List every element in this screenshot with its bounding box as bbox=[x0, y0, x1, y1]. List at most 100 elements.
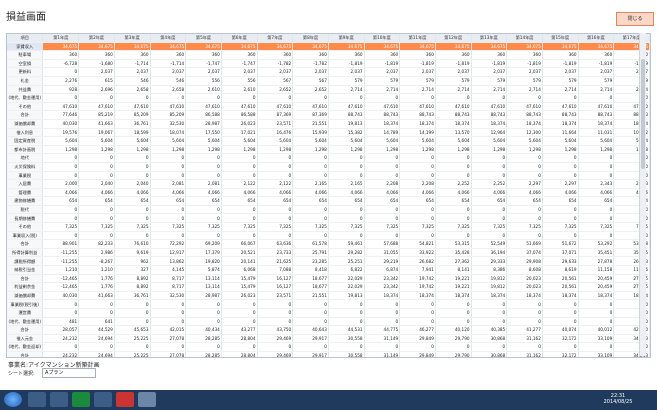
table-cell[interactable]: 0 bbox=[399, 162, 436, 172]
table-cell[interactable]: 4,066 bbox=[150, 188, 187, 198]
table-cell[interactable]: 34,675 bbox=[435, 42, 472, 52]
table-cell[interactable]: -1,714 bbox=[150, 59, 187, 69]
table-cell[interactable]: 654 bbox=[185, 196, 222, 206]
table-cell[interactable]: 26,682 bbox=[399, 256, 436, 267]
table-cell[interactable]: 0 bbox=[221, 153, 258, 163]
table-cell[interactable]: 12,300 bbox=[506, 128, 543, 138]
table-cell[interactable]: 61,578 bbox=[292, 239, 329, 249]
table-cell[interactable]: 0 bbox=[78, 308, 115, 318]
table-cell[interactable]: 0 bbox=[185, 153, 222, 163]
table-cell[interactable]: 18,374 bbox=[435, 119, 472, 129]
table-cell[interactable]: 579 bbox=[364, 76, 401, 86]
table-cell[interactable]: 2,037 bbox=[399, 67, 436, 77]
table-cell[interactable]: 360 bbox=[42, 50, 80, 60]
table-cell[interactable]: 7,325 bbox=[257, 222, 294, 232]
table-cell[interactable]: 6,822 bbox=[328, 265, 365, 275]
table-cell[interactable]: -12,465 bbox=[42, 282, 80, 292]
table-cell[interactable]: 0 bbox=[257, 308, 294, 318]
table-cell[interactable]: 18,074 bbox=[150, 128, 187, 138]
table-cell[interactable]: 47,610 bbox=[185, 102, 222, 112]
table-cell[interactable]: 27,362 bbox=[435, 256, 472, 267]
table-cell[interactable]: 32,172 bbox=[542, 334, 579, 344]
table-cell[interactable]: 26,023 bbox=[221, 291, 258, 301]
table-cell[interactable]: 16,127 bbox=[257, 282, 294, 292]
table-cell[interactable]: 0 bbox=[471, 171, 508, 181]
table-cell[interactable]: 14,789 bbox=[364, 128, 401, 138]
table-cell[interactable]: 0 bbox=[292, 213, 329, 224]
table-cell[interactable]: 19,221 bbox=[435, 282, 472, 292]
table-cell[interactable]: 47,610 bbox=[435, 102, 472, 112]
table-cell[interactable]: 0 bbox=[506, 342, 543, 352]
table-cell[interactable]: 19,812 bbox=[471, 282, 508, 292]
table-cell[interactable]: 579 bbox=[471, 76, 508, 86]
table-cell[interactable]: 1,298 bbox=[471, 145, 508, 155]
table-cell[interactable]: 2,037 bbox=[221, 67, 258, 77]
table-cell[interactable]: 28,285 bbox=[185, 351, 222, 357]
table-cell[interactable]: 0 bbox=[328, 171, 365, 181]
table-cell[interactable]: 0 bbox=[257, 205, 294, 215]
table-cell[interactable]: -1,714 bbox=[114, 59, 151, 69]
table-cell[interactable]: 7,325 bbox=[185, 222, 222, 232]
table-cell[interactable]: 654 bbox=[292, 196, 329, 206]
table-cell[interactable]: 5,874 bbox=[185, 265, 222, 275]
table-cell[interactable]: 2,037 bbox=[78, 67, 115, 77]
table-cell[interactable]: 23,571 bbox=[257, 291, 294, 301]
table-cell[interactable]: 0 bbox=[185, 342, 222, 352]
table-cell[interactable]: 4,066 bbox=[471, 188, 508, 198]
table-cell[interactable]: 0 bbox=[399, 342, 436, 352]
table-cell[interactable]: 1,298 bbox=[542, 145, 579, 155]
table-cell[interactable]: 0 bbox=[42, 67, 80, 77]
table-cell[interactable]: 25,791 bbox=[292, 248, 329, 258]
table-cell[interactable]: 0 bbox=[42, 153, 80, 163]
table-cell[interactable]: 0 bbox=[42, 308, 80, 318]
table-cell[interactable]: 2,037 bbox=[257, 67, 294, 77]
table-cell[interactable]: 0 bbox=[506, 317, 543, 327]
table-cell[interactable]: 0 bbox=[292, 317, 329, 327]
table-cell[interactable]: 0 bbox=[578, 171, 615, 181]
table-cell[interactable]: 2,986 bbox=[78, 248, 115, 258]
table-cell[interactable]: 5,604 bbox=[435, 136, 472, 146]
table-cell[interactable]: 1,298 bbox=[364, 145, 401, 155]
table-cell[interactable]: 556 bbox=[221, 76, 258, 86]
table-cell[interactable]: 0 bbox=[399, 308, 436, 318]
table-cell[interactable]: 0 bbox=[364, 231, 401, 241]
table-cell[interactable]: 18,374 bbox=[471, 119, 508, 129]
table-cell[interactable]: 28,804 bbox=[221, 334, 258, 344]
table-cell[interactable]: 1,298 bbox=[185, 145, 222, 155]
table-cell[interactable]: 0 bbox=[114, 171, 151, 181]
table-cell[interactable]: 19,221 bbox=[435, 274, 472, 284]
table-cell[interactable]: 34,675 bbox=[506, 42, 543, 52]
close-button[interactable]: 閉じる bbox=[616, 12, 654, 26]
table-cell[interactable]: 654 bbox=[114, 196, 151, 206]
table-cell[interactable]: 7,325 bbox=[399, 222, 436, 232]
table-cell[interactable]: 5,604 bbox=[150, 136, 187, 146]
table-cell[interactable]: 36,761 bbox=[114, 291, 151, 301]
table-cell[interactable]: 34,675 bbox=[292, 42, 329, 52]
table-cell[interactable]: 0 bbox=[257, 162, 294, 172]
table-cell[interactable]: 20,023 bbox=[506, 274, 543, 284]
table-cell[interactable]: 34,675 bbox=[399, 42, 436, 52]
table-cell[interactable]: 0 bbox=[328, 317, 365, 327]
table-cell[interactable]: 0 bbox=[221, 231, 258, 241]
vertical-scrollbar[interactable] bbox=[639, 33, 646, 356]
table-cell[interactable]: 579 bbox=[578, 76, 615, 86]
table-cell[interactable]: 2,037 bbox=[292, 67, 329, 77]
table-cell[interactable]: 327 bbox=[114, 265, 151, 275]
table-cell[interactable]: 4,066 bbox=[435, 188, 472, 198]
table-cell[interactable]: 11,158 bbox=[578, 265, 615, 275]
table-cell[interactable]: 47,610 bbox=[578, 102, 615, 112]
table-cell[interactable]: 2,037 bbox=[364, 67, 401, 77]
table-cell[interactable]: 8,386 bbox=[471, 265, 508, 275]
table-cell[interactable]: 87,369 bbox=[257, 110, 294, 120]
table-cell[interactable]: 2,037 bbox=[114, 67, 151, 77]
table-cell[interactable]: -1,782 bbox=[257, 59, 294, 69]
table-cell[interactable]: 31,149 bbox=[364, 334, 401, 344]
table-cell[interactable]: 0 bbox=[506, 171, 543, 181]
table-cell[interactable]: 567 bbox=[257, 76, 294, 86]
table-cell[interactable]: 8,418 bbox=[292, 265, 329, 275]
table-cell[interactable]: 31,149 bbox=[364, 351, 401, 357]
table-cell[interactable]: 579 bbox=[328, 76, 365, 86]
table-cell[interactable]: 0 bbox=[542, 153, 579, 163]
table-cell[interactable]: 69,209 bbox=[185, 239, 222, 249]
table-cell[interactable]: 6,068 bbox=[221, 265, 258, 275]
